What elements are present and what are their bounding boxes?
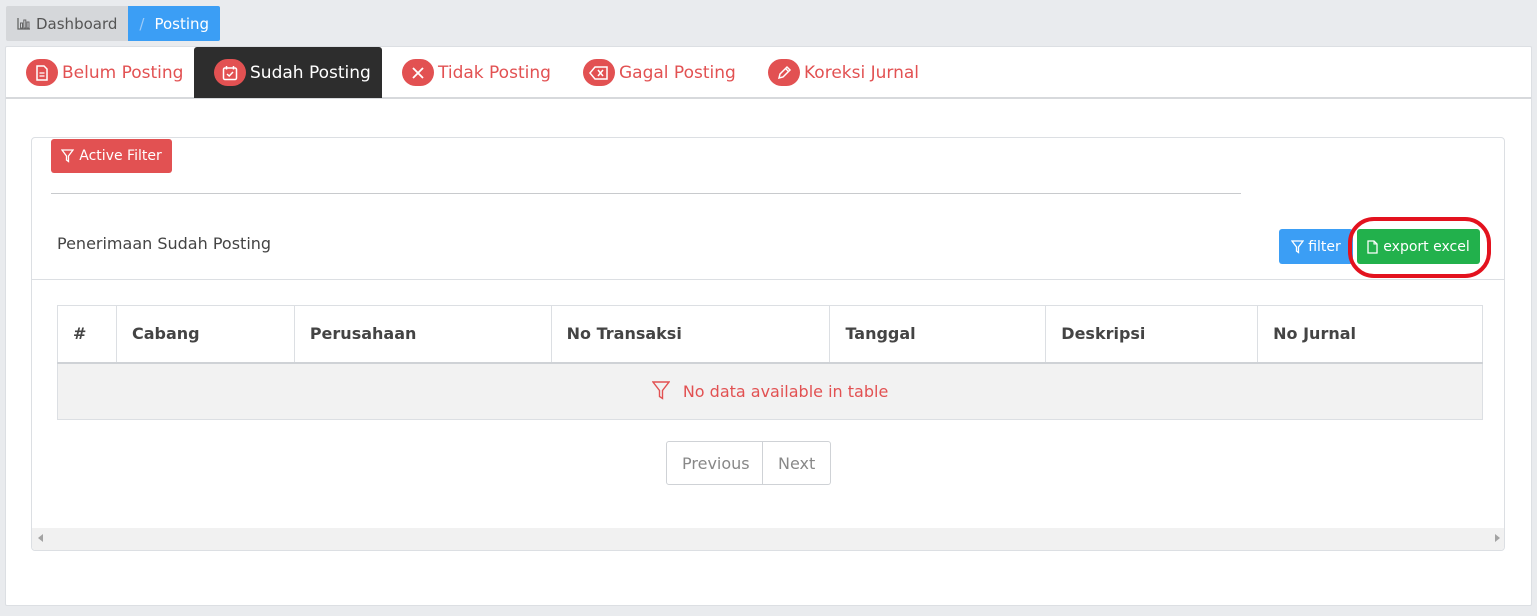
section-divider [32, 279, 1504, 280]
column-header-no-jurnal[interactable]: No Jurnal [1257, 305, 1483, 364]
breadcrumb-dashboard-label: Dashboard [36, 14, 118, 33]
breadcrumb-posting: / Posting [128, 6, 221, 41]
empty-table-message: No data available in table [682, 382, 889, 402]
export-excel-label: export excel [1383, 238, 1470, 255]
export-excel-button[interactable]: export excel [1357, 229, 1480, 264]
tab-belum-posting-label: Belum Posting [62, 62, 184, 83]
document-icon [26, 59, 58, 86]
filter-icon [61, 149, 75, 163]
tab-gagal-posting-label: Gagal Posting [619, 62, 736, 83]
filter-label: filter [1308, 238, 1341, 255]
tab-bar: Belum Posting Sudah Posting Tidak Postin… [6, 47, 1531, 99]
column-header-deskripsi[interactable]: Deskripsi [1045, 305, 1258, 364]
breadcrumb-posting-label: Posting [154, 14, 210, 33]
active-filter-button[interactable]: Active Filter [51, 139, 172, 173]
previous-page-button[interactable]: Previous [666, 441, 763, 485]
scroll-left-icon[interactable] [38, 534, 43, 542]
column-header-cabang[interactable]: Cabang [115, 305, 295, 364]
main-panel: Belum Posting Sudah Posting Tidak Postin… [5, 46, 1532, 606]
tab-sudah-posting-label: Sudah Posting [250, 62, 371, 83]
filter-button[interactable]: filter [1279, 229, 1353, 264]
column-header-number[interactable]: # [57, 305, 117, 364]
tab-koreksi-jurnal[interactable]: Koreksi Jurnal [768, 47, 938, 98]
tab-tidak-posting-label: Tidak Posting [438, 62, 551, 83]
breadcrumb-separator: / [139, 14, 145, 33]
bar-chart-icon [17, 18, 30, 30]
x-circle-icon [402, 59, 434, 86]
backspace-icon [583, 59, 615, 86]
tab-gagal-posting[interactable]: Gagal Posting [583, 47, 753, 98]
column-header-perusahaan[interactable]: Perusahaan [293, 305, 552, 364]
divider [51, 193, 1241, 194]
data-table: # Cabang Perusahaan No Transaksi Tanggal… [57, 305, 1483, 420]
table-row: No data available in table [57, 362, 1483, 420]
tab-koreksi-jurnal-label: Koreksi Jurnal [804, 62, 919, 83]
filter-icon [651, 381, 671, 401]
pen-icon [768, 59, 800, 86]
horizontal-scrollbar[interactable] [32, 528, 1504, 550]
section-title: Penerimaan Sudah Posting [57, 234, 272, 253]
table-header-row: # Cabang Perusahaan No Transaksi Tanggal… [57, 305, 1483, 364]
calendar-check-icon [214, 59, 246, 86]
active-filter-label: Active Filter [79, 148, 162, 164]
column-header-tanggal[interactable]: Tanggal [829, 305, 1046, 364]
next-page-button[interactable]: Next [763, 441, 831, 485]
empty-table-cell: No data available in table [57, 362, 1483, 420]
content-card: Active Filter Penerimaan Sudah Posting f… [31, 137, 1505, 551]
file-icon [1367, 239, 1378, 254]
breadcrumb-dashboard[interactable]: Dashboard [6, 6, 129, 41]
tab-sudah-posting[interactable]: Sudah Posting [194, 47, 382, 98]
tab-belum-posting[interactable]: Belum Posting [26, 47, 196, 98]
filter-icon [1291, 239, 1305, 254]
tab-tidak-posting[interactable]: Tidak Posting [402, 47, 562, 98]
column-header-no-transaksi[interactable]: No Transaksi [550, 305, 830, 364]
scroll-right-icon[interactable] [1495, 534, 1500, 542]
breadcrumb: Dashboard / Posting [6, 6, 221, 41]
pagination: Previous Next [666, 441, 831, 485]
